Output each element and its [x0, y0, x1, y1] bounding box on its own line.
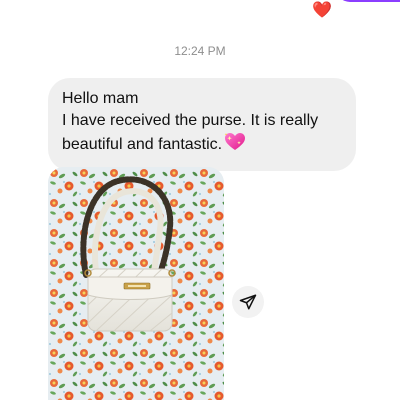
message-line-body: I have received the purse. It is really …	[62, 110, 342, 159]
sparkling-heart-icon	[224, 132, 246, 159]
message-line-greeting: Hello mam	[62, 90, 139, 107]
message-reaction[interactable]: ❤️	[308, 0, 336, 22]
purse-photo-image	[48, 167, 224, 400]
heart-reaction-icon: ❤️	[312, 2, 332, 19]
share-button[interactable]	[232, 286, 264, 318]
incoming-message-bubble[interactable]: Hello mam I have received the purse. It …	[48, 78, 356, 171]
outgoing-message-bubble[interactable]	[336, 0, 400, 2]
send-paper-plane-icon	[239, 294, 257, 310]
chat-thread: ❤️ 12:24 PM Hello mam I have received th…	[0, 0, 400, 400]
message-timestamp: 12:24 PM	[174, 44, 226, 58]
attached-photo[interactable]	[48, 167, 224, 400]
